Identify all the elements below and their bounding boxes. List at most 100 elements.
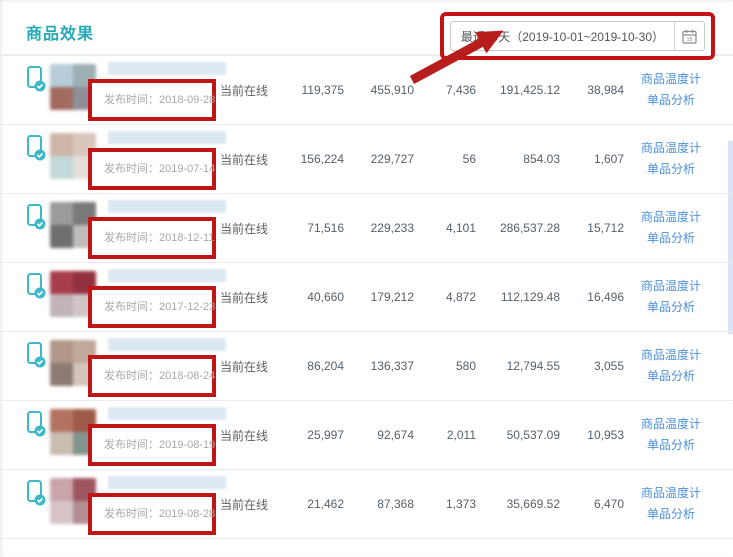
product-info: 发布时间：2019-07-14 [100,125,220,190]
table-row: 发布时间：2018-12-11 当前在线 71,516 229,233 4,10… [0,194,733,263]
publish-date-value: 2019-08-28 [159,508,215,520]
device-icon-cell [26,125,50,168]
status-label: 当前在线 [220,358,282,375]
metric-value: 580 [414,359,476,373]
metric-value: 156,224 [282,152,344,166]
status-label: 当前在线 [220,151,282,168]
metric-value: 50,537.09 [476,428,560,442]
row-actions: 商品温度计 单品分析 [624,414,718,456]
link-single-product-analysis[interactable]: 单品分析 [624,297,718,318]
metric-value: 21,462 [282,497,344,511]
product-info: 发布时间：2018-09-28 [100,56,220,121]
metric-value: 71,516 [282,221,344,235]
metric-value: 12,794.55 [476,359,560,373]
publish-date-label: 发布时间： [104,163,159,175]
metric-value: 854.03 [476,152,560,166]
calendar-button[interactable]: 15 [674,22,704,50]
metric-value: 1,607 [560,152,624,166]
status-label: 当前在线 [220,427,282,444]
link-product-thermometer[interactable]: 商品温度计 [624,69,718,90]
link-product-thermometer[interactable]: 商品温度计 [624,483,718,504]
page-title: 商品效果 [26,12,94,44]
metric-value: 15,712 [560,221,624,235]
publish-date-label: 发布时间： [104,232,159,244]
product-info: 发布时间：2019-08-19 [100,401,220,466]
publish-date-label: 发布时间： [104,94,159,106]
status-label: 当前在线 [220,220,282,237]
metric-value: 3,055 [560,359,624,373]
product-info: 发布时间：2017-12-23 [100,263,220,328]
product-title-blurred [108,407,226,420]
metric-value: 92,674 [344,428,414,442]
thumb-block [50,225,73,248]
metric-value: 286,537.28 [476,221,560,235]
red-highlight-box-publish-date: 发布时间：2017-12-23 [88,286,216,328]
publish-date-label: 发布时间： [104,370,159,382]
product-title-blurred [108,200,226,213]
link-product-thermometer[interactable]: 商品温度计 [624,276,718,297]
red-arrow-annotation [402,22,514,88]
link-single-product-analysis[interactable]: 单品分析 [624,90,718,111]
red-highlight-box-publish-date: 发布时间：2019-08-28 [88,493,216,535]
link-single-product-analysis[interactable]: 单品分析 [624,159,718,180]
metric-value: 112,129.48 [476,290,560,304]
red-highlight-box-publish-date: 发布时间：2018-08-24 [88,355,216,397]
product-title-blurred [108,62,226,75]
metric-value: 38,984 [560,83,624,97]
link-single-product-analysis[interactable]: 单品分析 [624,504,718,525]
mobile-verified-icon [26,273,46,301]
row-actions: 商品温度计 单品分析 [624,345,718,387]
metric-value: 25,997 [282,428,344,442]
header: 商品效果 最近30天（2019-10-01~2019-10-30） 15 [0,0,733,56]
mobile-verified-icon [26,204,46,232]
metric-value: 229,727 [344,152,414,166]
product-info: 发布时间：2019-08-28 [100,470,220,535]
metric-value: 179,212 [344,290,414,304]
link-product-thermometer[interactable]: 商品温度计 [624,207,718,228]
publish-date-value: 2017-12-23 [159,301,215,313]
calendar-icon: 15 [682,29,697,44]
metric-value: 56 [414,152,476,166]
thumb-block [50,501,73,524]
thumb-block [50,363,73,386]
publish-date-value: 2018-08-24 [159,370,215,382]
link-product-thermometer[interactable]: 商品温度计 [624,138,718,159]
metric-value: 35,669.52 [476,497,560,511]
thumb-block [50,202,73,225]
mobile-verified-icon [26,480,46,508]
publish-date-value: 2019-08-19 [159,439,215,451]
table-row: 发布时间：2017-12-23 当前在线 40,660 179,212 4,87… [0,263,733,332]
metric-value: 86,204 [282,359,344,373]
red-highlight-box-publish-date: 发布时间：2018-09-28 [88,79,216,121]
publish-date-label: 发布时间： [104,439,159,451]
link-single-product-analysis[interactable]: 单品分析 [624,228,718,249]
thumb-block [50,87,73,110]
metric-value: 10,953 [560,428,624,442]
metric-value: 229,233 [344,221,414,235]
device-icon-cell [26,470,50,513]
row-actions: 商品温度计 单品分析 [624,138,718,180]
link-product-thermometer[interactable]: 商品温度计 [624,345,718,366]
link-single-product-analysis[interactable]: 单品分析 [624,366,718,387]
metric-value: 2,011 [414,428,476,442]
metric-value: 119,375 [282,83,344,97]
thumb-block [50,271,73,294]
device-icon-cell [26,401,50,444]
link-product-thermometer[interactable]: 商品温度计 [624,414,718,435]
product-title-blurred [108,476,226,489]
row-actions: 商品温度计 单品分析 [624,69,718,111]
metric-value: 87,368 [344,497,414,511]
svg-text:15: 15 [686,37,692,43]
metric-value: 4,101 [414,221,476,235]
metric-value: 1,373 [414,497,476,511]
table-row: 发布时间：2018-09-28 当前在线 119,375 455,910 7,4… [0,56,733,125]
thumb-block [50,156,73,179]
metric-value: 4,872 [414,290,476,304]
mobile-verified-icon [26,342,46,370]
red-highlight-box-publish-date: 发布时间：2019-08-19 [88,424,216,466]
row-actions: 商品温度计 单品分析 [624,483,718,525]
link-single-product-analysis[interactable]: 单品分析 [624,435,718,456]
thumb-block [50,133,73,156]
mobile-verified-icon [26,135,46,163]
status-label: 当前在线 [220,82,282,99]
